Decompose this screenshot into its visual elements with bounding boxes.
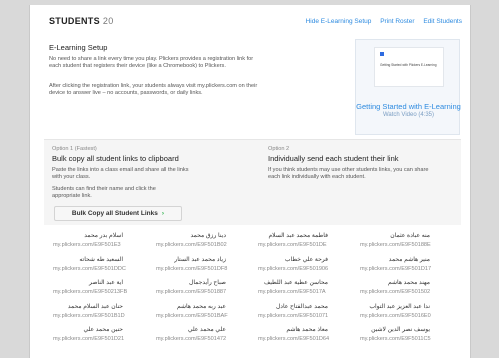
student-link-item[interactable]: دينا رزق محمد my.plickers.com/E9F501B02 [156,232,256,254]
student-link-item[interactable]: عبد ربه محمد هاشم my.plickers.com/E9F501B… [156,303,256,325]
setup-paragraph-2: After clicking the registration link, yo… [49,83,258,97]
student-registration-link[interactable]: my.plickers.com/E9F501906 [258,266,358,272]
option-2: Option 2 Individually send each student … [260,140,460,225]
top-links: Hide E-Learning Setup Print Roster Edit … [299,18,462,25]
student-link-item[interactable]: فرحة علي خطاب my.plickers.com/E9F501906 [258,256,358,278]
video-thumbnail[interactable]: Getting Started with Plickers E-Learning… [355,39,461,135]
hide-elearning-setup-link[interactable]: Hide E-Learning Setup [306,18,372,25]
student-registration-link[interactable]: my.plickers.com/E9F501D21 [53,336,153,342]
option-2-desc: If you think students may use other stud… [268,167,429,181]
student-name: اية عبد الناصر [89,280,123,286]
student-registration-link[interactable]: my.plickers.com/E9F5017A [258,289,358,295]
student-link-item[interactable]: حنان عبد السلام محمد my.plickers.com/E9F5… [53,303,153,325]
student-registration-link[interactable]: my.plickers.com/E9F5016E0 [360,313,460,319]
student-name: عبد ربه محمد هاشم [176,303,226,310]
student-link-item[interactable]: صباح رأيدجمال my.plickers.com/E9F501887 [156,279,256,301]
option-1-label: Option 1 (Fastest) [52,146,97,152]
student-name: صباح رأيدجمال [188,280,226,286]
setup-title: E-Learning Setup [49,43,108,52]
video-subtitle[interactable]: Watch Video (4:35) [356,112,461,118]
student-link-item[interactable]: اسلام بدر محمد my.plickers.com/E9F501E3 [53,232,153,254]
option-1-title: Bulk copy all student links to clipboard [52,154,179,163]
student-registration-link[interactable]: my.plickers.com/E9F501DDC [53,266,153,272]
student-registration-link[interactable]: my.plickers.com/E9F501B1D [53,313,153,319]
student-registration-link[interactable]: my.plickers.com/E9F501BAF [156,313,256,319]
option-2-title: Individually send each student their lin… [268,154,399,163]
chevron-right-icon: › [161,210,165,217]
student-name: محاسن عطية عبد اللطيف [263,280,328,286]
student-name: محمد عبدالفتاح عادل [275,303,328,310]
student-registration-link[interactable]: my.plickers.com/E9F501887 [156,289,256,295]
student-name: فرحة علي خطاب [284,256,328,263]
plickers-logo-icon [380,52,384,56]
student-name: السعيد طه شحاته [79,256,123,263]
student-name: حنان عبد السلام محمد [67,303,123,310]
student-name: زياد محمد عبد الستار [174,256,226,263]
student-name: حنين محمد علي [83,327,123,333]
edit-students-link[interactable]: Edit Students [423,18,462,25]
student-registration-link[interactable]: my.plickers.com/E9F501DE [258,242,358,248]
student-name: معاذ محمد هاشم [286,327,328,333]
video-title[interactable]: Getting Started with E-Learning [356,102,461,111]
student-registration-link[interactable]: my.plickers.com/E9F50188E [360,242,460,248]
bulk-copy-links-button[interactable]: Bulk Copy all Student Links › [54,206,182,221]
student-count: 20 [102,16,114,26]
student-name: يوسف نصر الدين لاشين [371,327,430,333]
student-link-item[interactable]: منير هاشم محمد my.plickers.com/E9F501D17 [360,256,460,278]
student-link-item[interactable]: يوسف نصر الدين لاشين my.plickers.com/E9F5… [360,326,460,348]
student-link-item[interactable]: حنين محمد علي my.plickers.com/E9F501D21 [53,326,153,348]
student-registration-link[interactable]: my.plickers.com/E9F501472 [156,336,256,342]
option-2-label: Option 2 [268,146,290,152]
student-name: اسلام بدر محمد [84,233,123,239]
student-registration-link[interactable]: my.plickers.com/E9F50213FB [53,289,153,295]
page-title: STUDENTS 20 [49,16,114,26]
print-roster-link[interactable]: Print Roster [380,18,414,25]
student-link-item[interactable]: منه عبادة عثمان my.plickers.com/E9F50188E [360,232,460,254]
student-name: دينا رزق محمد [190,233,226,239]
page-title-text: STUDENTS [49,16,100,26]
student-registration-link[interactable]: my.plickers.com/E9F501DF8 [156,266,256,272]
setup-paragraph-1: No need to share a link every time you p… [49,56,254,70]
student-registration-link[interactable]: my.plickers.com/E9F5011C5 [360,336,460,342]
students-panel: STUDENTS 20 Hide E-Learning Setup Print R… [29,5,471,358]
student-name: علي محمد علي [187,327,226,333]
student-link-item[interactable]: السعيد طه شحاته my.plickers.com/E9F501DDC [53,256,153,278]
bulk-copy-label: Bulk Copy all Student Links [71,210,158,217]
student-registration-link[interactable]: my.plickers.com/E9F501B02 [156,242,256,248]
option-1-desc-2: Students can find their name and click t… [52,186,156,200]
student-link-item[interactable]: محاسن عطية عبد اللطيف my.plickers.com/E9F… [258,279,358,301]
option-1-desc-1: Paste the links into a class email and s… [52,167,189,181]
student-link-item[interactable]: اية عبد الناصر my.plickers.com/E9F50213FB [53,279,153,301]
student-link-item[interactable]: ندا عبد العزيز عبد التواب my.plickers.com… [360,303,460,325]
student-link-item[interactable]: زياد محمد عبد الستار my.plickers.com/E9F5… [156,256,256,278]
student-registration-link[interactable]: my.plickers.com/E9F501E3 [53,242,153,248]
student-name: منه عبادة عثمان [390,233,430,239]
student-link-item[interactable]: محمد عبدالفتاح عادل my.plickers.com/E9F50… [258,303,358,325]
student-name: ندا عبد العزيز عبد التواب [369,303,430,310]
student-link-item[interactable]: فاطمة محمد عبد السلام my.plickers.com/E9F… [258,232,358,254]
student-link-item[interactable]: علي محمد علي my.plickers.com/E9F501472 [156,326,256,348]
video-preview: Getting Started with Plickers E-Learning [374,47,444,87]
student-link-item[interactable]: مهند محمد هاشم my.plickers.com/E9F501502 [360,279,460,301]
student-registration-link[interactable]: my.plickers.com/E9F501D17 [360,266,460,272]
student-name: مهند محمد هاشم [388,280,430,286]
student-registration-link[interactable]: my.plickers.com/E9F501502 [360,289,460,295]
student-name: منير هاشم محمد [388,256,430,263]
video-preview-text: Getting Started with Plickers E-Learning [380,63,437,67]
student-registration-link[interactable]: my.plickers.com/E9F501D64 [258,336,358,342]
student-registration-link[interactable]: my.plickers.com/E9F501071 [258,313,358,319]
student-name: فاطمة محمد عبد السلام [268,233,328,239]
student-link-item[interactable]: معاذ محمد هاشم my.plickers.com/E9F501D64 [258,326,358,348]
